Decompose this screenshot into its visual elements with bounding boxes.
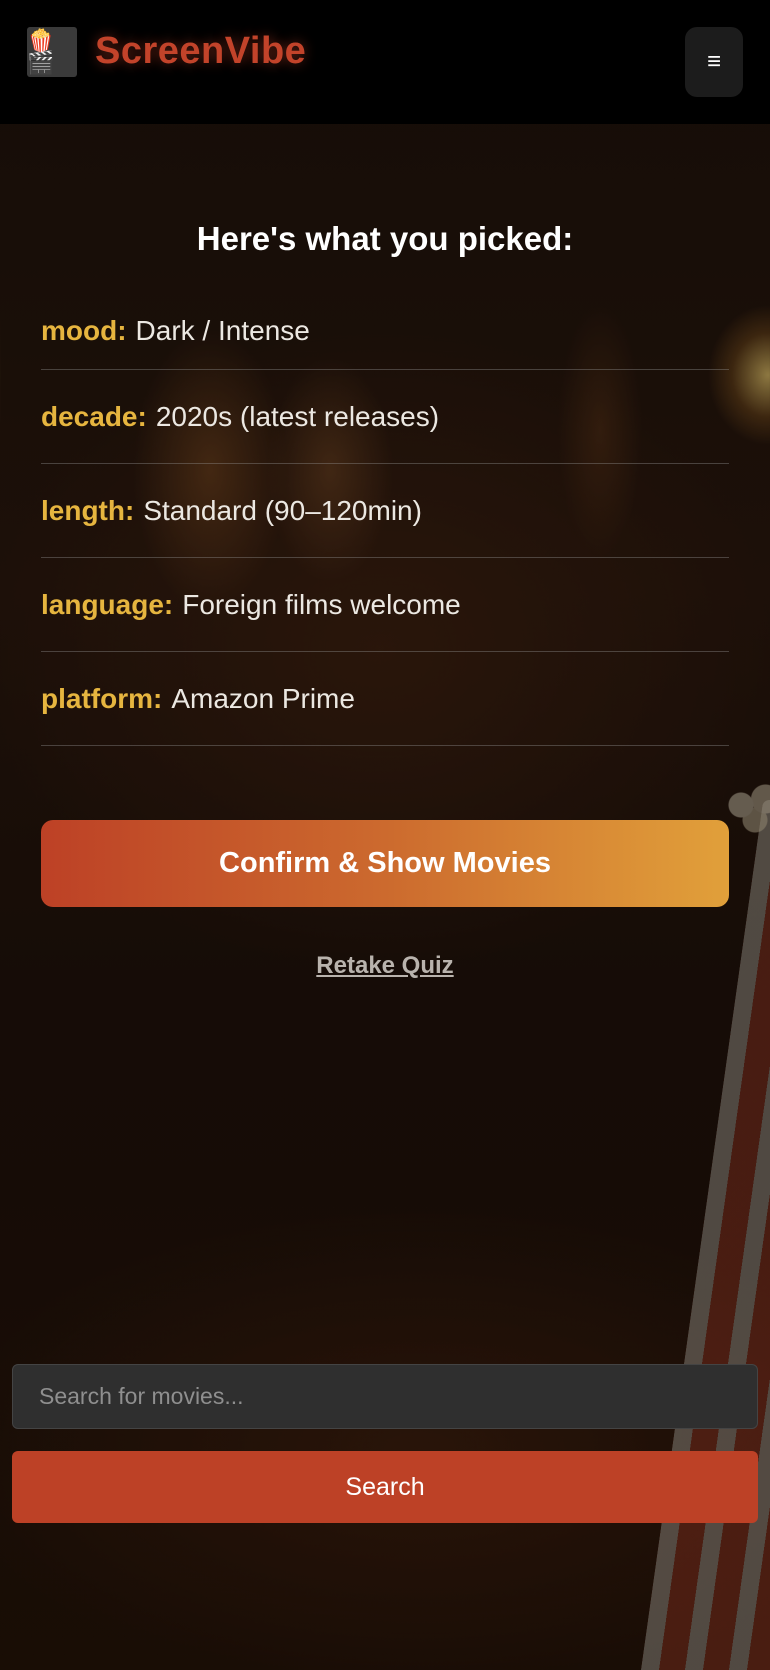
popcorn-clapper-icon: 🍿🎬 — [27, 27, 77, 77]
summary-heading: Here's what you picked: — [196, 220, 574, 257]
pick-value: Foreign films welcome — [182, 588, 461, 620]
pick-value: 2020s (latest releases) — [155, 400, 440, 432]
search-button[interactable]: Search — [12, 1451, 758, 1523]
confirm-show-movies-button[interactable]: Confirm & Show Movies — [41, 820, 729, 907]
quiz-summary-section: Here's what you picked: mood: Dark / Int… — [0, 124, 770, 1670]
pick-row-language: language: Foreign films welcome — [41, 558, 729, 652]
retake-quiz-link[interactable]: Retake Quiz — [316, 952, 453, 979]
picks-list: mood: Dark / Intense decade: 2020s (late… — [41, 292, 729, 746]
pick-key: mood: — [41, 314, 127, 346]
pick-key: decade: — [41, 400, 147, 432]
pick-value: Standard (90–120min) — [143, 494, 422, 526]
search-input[interactable] — [12, 1364, 758, 1429]
pick-key: platform: — [41, 682, 163, 714]
retake-quiz-container: Retake Quiz — [0, 952, 770, 980]
pick-row-platform: platform: Amazon Prime — [41, 652, 729, 746]
pick-key: length: — [41, 494, 135, 526]
pick-value: Amazon Prime — [171, 682, 355, 714]
pick-row-length: length: Standard (90–120min) — [41, 464, 729, 558]
top-nav-bar: 🍿🎬 ScreenVibe ≡ — [0, 0, 770, 124]
pick-row-decade: decade: 2020s (latest releases) — [41, 370, 729, 464]
menu-button[interactable]: ≡ — [685, 27, 743, 97]
pick-value: Dark / Intense — [135, 314, 310, 346]
logo-glyph: 🍿🎬 — [27, 28, 55, 75]
pick-key: language: — [41, 588, 174, 620]
hamburger-menu-icon: ≡ — [706, 48, 721, 75]
brand-name: ScreenVibe — [95, 29, 307, 72]
brand[interactable]: 🍿🎬 ScreenVibe — [27, 27, 306, 77]
pick-row-mood: mood: Dark / Intense — [41, 292, 729, 370]
